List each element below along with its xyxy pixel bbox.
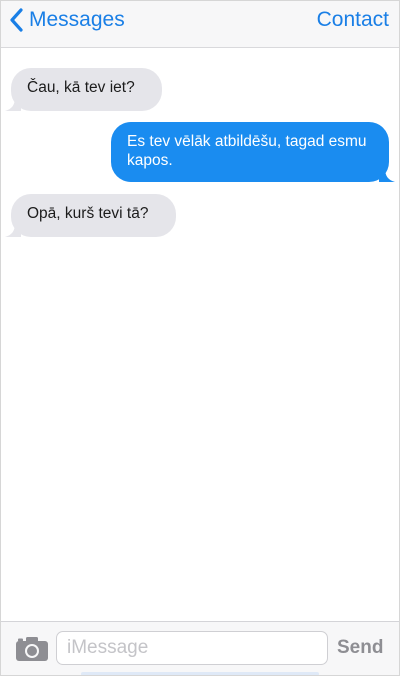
message-input[interactable] [56,631,328,665]
messages-screen: Messages Contact Čau, kā tev iet? Es tev… [0,0,400,676]
back-button[interactable]: Messages [9,5,125,35]
message-bubble-outgoing[interactable]: Es tev vēlāk atbildēšu, tagad esmu kapos… [111,122,395,182]
bubble-tail [5,223,21,237]
camera-button[interactable] [15,636,49,662]
message-bubble-incoming[interactable]: Čau, kā tev iet? [5,68,162,111]
bubble-tail [5,97,21,111]
home-indicator [81,672,319,675]
message-text: Opā, kurš tevi tā? [27,205,149,222]
nav-bar: Messages Contact [1,1,399,48]
send-button[interactable]: Send [337,634,383,662]
message-text: Čau, kā tev iet? [27,79,135,96]
back-button-label: Messages [29,8,125,31]
message-text: Es tev vēlāk atbildēšu, tagad esmu kapos… [127,133,367,169]
bubble-tail [379,168,395,182]
compose-bar: Send [1,621,399,675]
message-bubble-incoming[interactable]: Opā, kurš tevi tā? [5,194,176,237]
chevron-left-icon [9,8,23,32]
contact-button[interactable]: Contact [317,5,389,35]
camera-icon [15,637,49,666]
message-thread[interactable]: Čau, kā tev iet? Es tev vēlāk atbildēšu,… [1,48,399,620]
